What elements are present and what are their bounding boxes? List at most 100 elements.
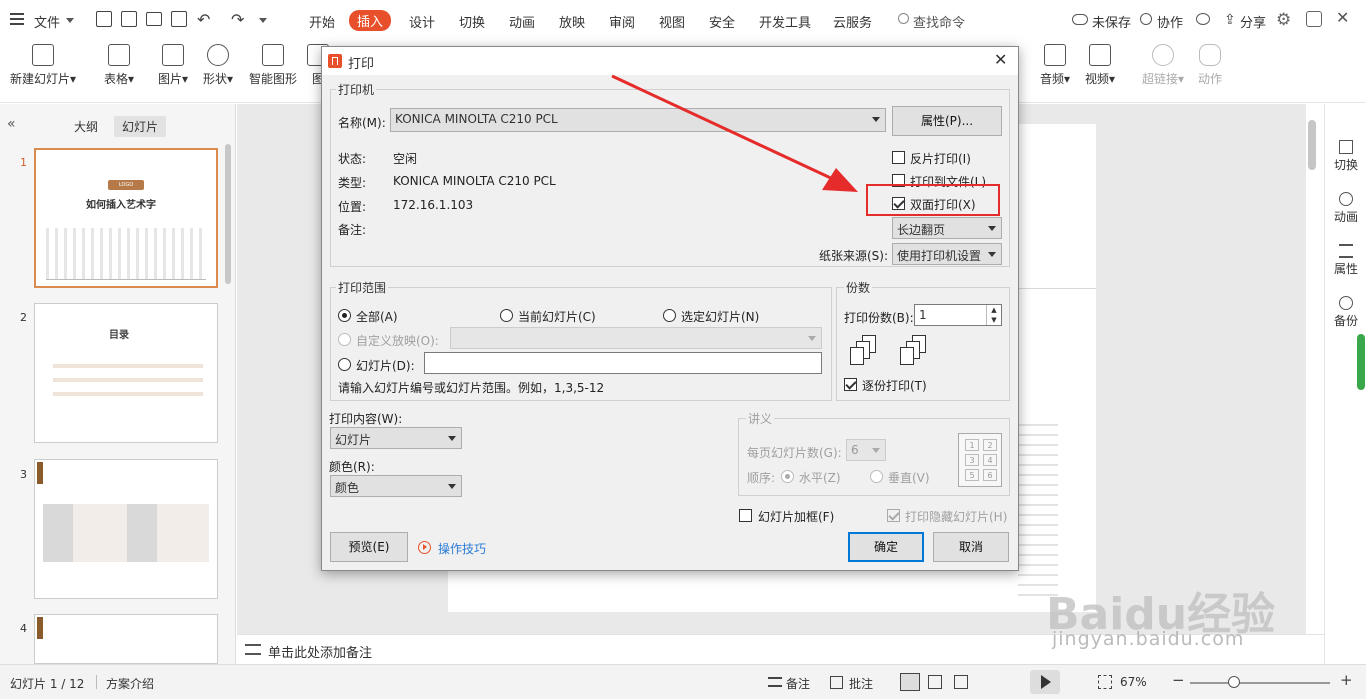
tab-review[interactable]: 审阅 (609, 12, 635, 31)
tab-view[interactable]: 视图 (659, 12, 685, 31)
print-hidden-checkbox[interactable] (887, 509, 900, 522)
reverse-print-label[interactable]: 反片打印(I) (910, 150, 971, 167)
zoom-level[interactable]: 67% (1120, 675, 1147, 689)
zoom-out-icon[interactable]: − (1172, 671, 1185, 689)
properties-button[interactable]: 属性(P)... (892, 106, 1002, 136)
tab-home[interactable]: 开始 (309, 12, 335, 31)
picture-button[interactable]: 图片▾ (158, 44, 188, 87)
new-slide-button[interactable]: 新建幻灯片▾ (10, 44, 76, 87)
close-app-icon[interactable]: ✕ (1336, 8, 1349, 27)
range-all-radio[interactable] (338, 309, 351, 322)
tab-slides[interactable]: 幻灯片 (114, 116, 167, 137)
video-button[interactable]: 视频▾ (1085, 44, 1115, 87)
tab-design[interactable]: 设计 (409, 12, 435, 31)
tab-outline[interactable]: 大纲 (74, 118, 98, 135)
panel-scrollbar[interactable] (225, 144, 231, 284)
close-icon[interactable]: ✕ (994, 50, 1007, 69)
frame-label[interactable]: 幻灯片加框(F) (758, 508, 834, 525)
action-button[interactable]: 动作 (1198, 44, 1222, 87)
range-all-label[interactable]: 全部(A) (356, 308, 398, 325)
range-current-radio[interactable] (500, 309, 513, 322)
copies-spinner[interactable]: ▲ ▼ (986, 305, 1001, 325)
range-custom-radio[interactable] (338, 333, 351, 346)
tab-devtools[interactable]: 开发工具 (759, 12, 811, 31)
flip-select[interactable]: 长边翻页 (892, 217, 1002, 239)
print-icon[interactable] (146, 12, 162, 26)
search-command[interactable]: 查找命令 (913, 12, 965, 31)
redo-icon[interactable]: ↷ (231, 10, 244, 29)
theme-name[interactable]: 方案介绍 (106, 675, 154, 692)
order-horizontal-radio[interactable] (781, 470, 794, 483)
comment-toggle[interactable]: 批注 (849, 675, 873, 692)
tab-cloud[interactable]: 云服务 (833, 12, 872, 31)
play-button[interactable] (1030, 670, 1060, 694)
range-slides-label[interactable]: 幻灯片(D): (356, 357, 415, 374)
collate-label[interactable]: 逐份打印(T) (862, 377, 927, 394)
tab-insert[interactable]: 插入 (349, 10, 392, 31)
paper-source-select[interactable]: 使用打印机设置 (892, 243, 1002, 265)
unsaved-status[interactable]: 未保存 (1092, 12, 1131, 31)
range-selected-label[interactable]: 选定幻灯片(N) (681, 308, 759, 325)
collapse-ribbon-icon[interactable] (1306, 11, 1322, 27)
animation-tool[interactable]: 动画 (1325, 192, 1366, 225)
notes-toggle[interactable]: 备注 (786, 675, 810, 692)
range-custom-label[interactable]: 自定义放映(O): (356, 332, 439, 349)
range-selected-radio[interactable] (663, 309, 676, 322)
menu-icon[interactable] (10, 13, 24, 25)
slide-thumbnail[interactable] (34, 459, 218, 599)
preview-button[interactable]: 预览(E) (330, 532, 408, 562)
tab-slideshow[interactable]: 放映 (559, 12, 585, 31)
file-menu[interactable]: 文件 (34, 12, 60, 31)
reverse-print-checkbox[interactable] (892, 151, 905, 164)
hyperlink-button[interactable]: 超链接▾ (1142, 44, 1184, 87)
table-button[interactable]: 表格▾ (104, 44, 134, 87)
property-tool[interactable]: 属性 (1325, 244, 1366, 277)
more-icon[interactable] (259, 18, 267, 23)
per-page-select[interactable]: 6 (846, 439, 886, 461)
undo-icon[interactable]: ↶ (197, 10, 210, 29)
color-select[interactable]: 颜色 (330, 475, 462, 497)
cancel-button[interactable]: 取消 (933, 532, 1009, 562)
zoom-in-icon[interactable]: + (1340, 671, 1353, 689)
range-slides-radio[interactable] (338, 358, 351, 371)
save-icon[interactable] (96, 11, 112, 27)
collab-button[interactable]: 协作 (1157, 12, 1183, 31)
frame-checkbox[interactable] (739, 509, 752, 522)
tab-animation[interactable]: 动画 (509, 12, 535, 31)
audio-button[interactable]: 音频▾ (1040, 44, 1070, 87)
order-vertical-label[interactable]: 垂直(V) (888, 469, 930, 486)
ok-button[interactable]: 确定 (848, 532, 924, 562)
zoom-slider[interactable] (1190, 682, 1330, 684)
smartart-button[interactable]: 智能图形 (249, 44, 297, 87)
settings-icon[interactable]: ⚙ (1276, 10, 1291, 30)
shape-button[interactable]: 形状▾ (203, 44, 233, 87)
tips-link[interactable]: 操作技巧 (438, 540, 486, 557)
slide-thumbnail[interactable]: 目录 (34, 303, 218, 443)
reading-view-icon[interactable] (954, 675, 968, 689)
chevron-down-icon[interactable] (66, 18, 74, 23)
share-button[interactable]: 分享 (1240, 12, 1266, 31)
printer-name-select[interactable]: KONICA MINOLTA C210 PCL (390, 108, 886, 132)
order-vertical-radio[interactable] (870, 470, 883, 483)
slide-thumbnail[interactable] (34, 614, 218, 664)
collapse-panel-icon[interactable]: « (7, 116, 16, 132)
search-icon[interactable] (898, 13, 909, 24)
collate-checkbox[interactable] (844, 378, 857, 391)
print-hidden-label[interactable]: 打印隐藏幻灯片(H) (905, 508, 1007, 525)
custom-show-select[interactable] (450, 327, 822, 349)
switch-tool[interactable]: 切换 (1325, 140, 1366, 173)
export-icon[interactable] (121, 11, 137, 27)
editor-scrollbar[interactable] (1308, 120, 1316, 170)
backup-tool[interactable]: 备份 (1325, 296, 1366, 329)
zoom-slider-handle[interactable] (1228, 676, 1240, 688)
slide-thumbnail[interactable]: LOGO 如何插入艺术字 (34, 148, 218, 288)
tab-security[interactable]: 安全 (709, 12, 735, 31)
print-preview-icon[interactable] (171, 11, 187, 27)
comment-icon[interactable] (1196, 13, 1210, 25)
tab-transition[interactable]: 切换 (459, 12, 485, 31)
normal-view-icon[interactable] (900, 673, 920, 691)
slides-range-input[interactable] (424, 352, 822, 374)
order-horizontal-label[interactable]: 水平(Z) (799, 469, 841, 486)
rightbar-scroll-indicator[interactable] (1357, 334, 1365, 390)
fit-window-icon[interactable] (1098, 675, 1112, 689)
